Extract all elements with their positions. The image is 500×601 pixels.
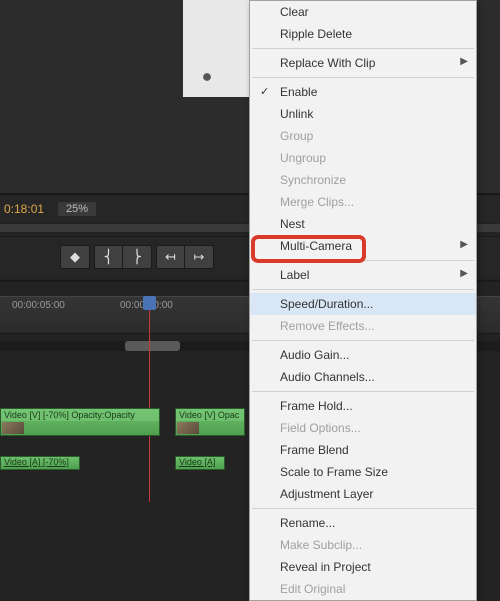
menu-adjustment-layer[interactable]: Adjustment Layer (250, 483, 476, 505)
step-controls: ↤ ↦ (156, 245, 214, 269)
clip-thumbnail (2, 422, 24, 434)
menu-frame-hold[interactable]: Frame Hold... (250, 395, 476, 417)
menu-unlink[interactable]: Unlink (250, 103, 476, 125)
check-icon: ✓ (260, 85, 269, 98)
menu-separator (252, 340, 474, 341)
video-clip-2[interactable]: Video [V] Opac (175, 408, 245, 436)
menu-separator (252, 391, 474, 392)
menu-reveal-in-project[interactable]: Reveal in Project (250, 556, 476, 578)
menu-separator (252, 289, 474, 290)
playback-controls: ⎨ ⎬ (94, 245, 152, 269)
menu-rename[interactable]: Rename... (250, 512, 476, 534)
menu-enable[interactable]: ✓ Enable (250, 81, 476, 103)
menu-separator (252, 77, 474, 78)
menu-merge-clips: Merge Clips... (250, 191, 476, 213)
menu-remove-effects: Remove Effects... (250, 315, 476, 337)
menu-clear[interactable]: Clear (250, 1, 476, 23)
menu-audio-gain[interactable]: Audio Gain... (250, 344, 476, 366)
menu-separator (252, 48, 474, 49)
zoom-select[interactable]: 25% (58, 202, 96, 216)
submenu-arrow-icon: ▶ (460, 239, 468, 250)
clip-header: Video [V] Opac (176, 409, 244, 421)
menu-nest[interactable]: Nest (250, 213, 476, 235)
menu-make-subclip: Make Subclip... (250, 534, 476, 556)
submenu-arrow-icon: ▶ (460, 268, 468, 279)
add-marker-button[interactable]: ◆ (61, 246, 89, 268)
menu-field-options: Field Options... (250, 417, 476, 439)
overwrite-button[interactable]: ↦ (185, 246, 213, 268)
video-clip-1[interactable]: Video [V] [-70%] Opacity:Opacity (0, 408, 160, 436)
monitor-content (183, 50, 243, 95)
submenu-arrow-icon: ▶ (460, 56, 468, 67)
menu-label[interactable]: Label ▶ (250, 264, 476, 286)
menu-scale-to-frame-size[interactable]: Scale to Frame Size (250, 461, 476, 483)
menu-ungroup: Ungroup (250, 147, 476, 169)
insert-button[interactable]: ↤ (157, 246, 185, 268)
menu-separator (252, 260, 474, 261)
menu-audio-channels[interactable]: Audio Channels... (250, 366, 476, 388)
audio-clip-1[interactable]: Video [A] [-70%] (0, 456, 80, 470)
playhead-handle[interactable] (143, 296, 156, 310)
menu-separator (252, 508, 474, 509)
menu-label: Multi-Camera (280, 239, 352, 253)
mark-in-button[interactable]: ⎨ (95, 246, 123, 268)
menu-frame-blend[interactable]: Frame Blend (250, 439, 476, 461)
workspace: 0:18:01 25% ◆ ⎨ ⎬ ↤ ↦ 00:00:05:00 00:00:… (0, 0, 500, 500)
menu-synchronize: Synchronize (250, 169, 476, 191)
menu-label: Enable (280, 85, 317, 99)
audio-clip-2[interactable]: Video [A] (175, 456, 225, 470)
clip-header: Video [V] [-70%] Opacity:Opacity (1, 409, 159, 421)
context-menu: Clear Ripple Delete Replace With Clip ▶ ✓… (249, 0, 477, 601)
menu-group: Group (250, 125, 476, 147)
menu-label: Replace With Clip (280, 56, 375, 70)
menu-speed-duration[interactable]: Speed/Duration... (250, 293, 476, 315)
timecode-display[interactable]: 0:18:01 (0, 202, 44, 216)
menu-ripple-delete[interactable]: Ripple Delete (250, 23, 476, 45)
playhead-line (149, 296, 150, 502)
menu-label-text: Label (280, 268, 309, 282)
menu-multi-camera[interactable]: Multi-Camera ▶ (250, 235, 476, 257)
marker-controls: ◆ (60, 245, 90, 269)
clip-thumbnail (177, 422, 199, 434)
ruler-tick: 00:00:05:00 (12, 300, 65, 311)
menu-replace-with-clip[interactable]: Replace With Clip ▶ (250, 52, 476, 74)
zoom-slider-thumb[interactable] (125, 341, 180, 351)
mark-out-button[interactable]: ⎬ (123, 246, 151, 268)
menu-edit-original: Edit Original (250, 578, 476, 600)
